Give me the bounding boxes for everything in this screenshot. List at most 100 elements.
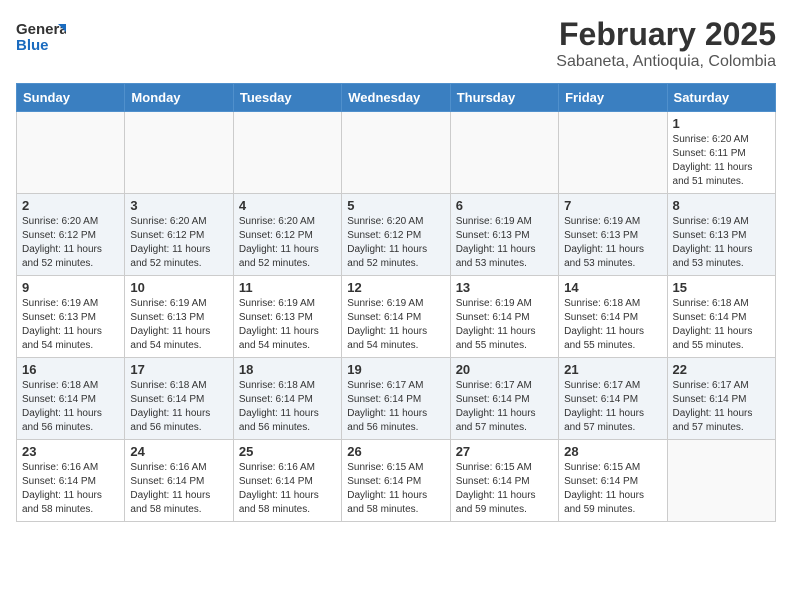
calendar-cell: 1 Sunrise: 6:20 AM Sunset: 6:11 PM Daylig… bbox=[667, 112, 775, 194]
day-number: 10 bbox=[130, 280, 227, 295]
weekday-header-monday: Monday bbox=[125, 84, 233, 112]
day-info: Sunrise: 6:17 AM Sunset: 6:14 PM Dayligh… bbox=[673, 379, 770, 435]
day-number: 9 bbox=[22, 280, 119, 295]
calendar-cell bbox=[17, 112, 125, 194]
calendar-cell: 15 Sunrise: 6:18 AM Sunset: 6:14 PM Dayli… bbox=[667, 276, 775, 358]
calendar-cell: 3 Sunrise: 6:20 AM Sunset: 6:12 PM Daylig… bbox=[125, 194, 233, 276]
day-number: 26 bbox=[347, 444, 444, 459]
day-info: Sunrise: 6:18 AM Sunset: 6:14 PM Dayligh… bbox=[564, 297, 661, 353]
calendar-cell: 21Sunrise: 6:17 AM Sunset: 6:14 PM Dayli… bbox=[559, 358, 667, 440]
logo: General Blue bbox=[16, 16, 66, 58]
day-number: 8 bbox=[673, 198, 770, 213]
calendar-cell: 28Sunrise: 6:15 AM Sunset: 6:14 PM Dayli… bbox=[559, 440, 667, 522]
week-row-3: 9 Sunrise: 6:19 AM Sunset: 6:13 PM Daylig… bbox=[17, 276, 776, 358]
weekday-header-thursday: Thursday bbox=[450, 84, 558, 112]
day-number: 5 bbox=[347, 198, 444, 213]
week-row-2: 2 Sunrise: 6:20 AM Sunset: 6:12 PM Daylig… bbox=[17, 194, 776, 276]
week-row-5: 23 Sunrise: 6:16 AM Sunset: 6:14 PM Dayli… bbox=[17, 440, 776, 522]
day-info: Sunrise: 6:19 AM Sunset: 6:13 PM Dayligh… bbox=[456, 215, 553, 271]
logo-icon: General Blue bbox=[16, 16, 66, 58]
day-number: 18 bbox=[239, 362, 336, 377]
day-number: 11 bbox=[239, 280, 336, 295]
day-info: Sunrise: 6:20 AM Sunset: 6:12 PM Dayligh… bbox=[130, 215, 227, 271]
calendar-cell bbox=[559, 112, 667, 194]
calendar-cell bbox=[125, 112, 233, 194]
day-info: Sunrise: 6:17 AM Sunset: 6:14 PM Dayligh… bbox=[456, 379, 553, 435]
day-number: 28 bbox=[564, 444, 661, 459]
calendar-cell: 9Sunrise: 6:19 AM Sunset: 6:13 PM Daylig… bbox=[17, 276, 125, 358]
calendar-cell: 16 Sunrise: 6:18 AM Sunset: 6:14 PM Dayli… bbox=[17, 358, 125, 440]
day-number: 25 bbox=[239, 444, 336, 459]
day-info: Sunrise: 6:20 AM Sunset: 6:12 PM Dayligh… bbox=[347, 215, 444, 271]
day-number: 23 bbox=[22, 444, 119, 459]
calendar-cell: 14 Sunrise: 6:18 AM Sunset: 6:14 PM Dayli… bbox=[559, 276, 667, 358]
weekday-header-wednesday: Wednesday bbox=[342, 84, 450, 112]
calendar-cell: 11 Sunrise: 6:19 AM Sunset: 6:13 PM Dayli… bbox=[233, 276, 341, 358]
week-row-4: 16 Sunrise: 6:18 AM Sunset: 6:14 PM Dayli… bbox=[17, 358, 776, 440]
calendar-cell: 10 Sunrise: 6:19 AM Sunset: 6:13 PM Dayli… bbox=[125, 276, 233, 358]
calendar-title: February 2025 bbox=[556, 16, 776, 53]
calendar-cell: 19 Sunrise: 6:17 AM Sunset: 6:14 PM Dayli… bbox=[342, 358, 450, 440]
weekday-header-row: SundayMondayTuesdayWednesdayThursdayFrid… bbox=[17, 84, 776, 112]
day-number: 2 bbox=[22, 198, 119, 213]
calendar-cell bbox=[233, 112, 341, 194]
calendar-cell bbox=[342, 112, 450, 194]
day-info: Sunrise: 6:18 AM Sunset: 6:14 PM Dayligh… bbox=[673, 297, 770, 353]
day-number: 17 bbox=[130, 362, 227, 377]
day-number: 16 bbox=[22, 362, 119, 377]
calendar-cell bbox=[667, 440, 775, 522]
day-info: Sunrise: 6:16 AM Sunset: 6:14 PM Dayligh… bbox=[239, 461, 336, 517]
week-row-1: 1 Sunrise: 6:20 AM Sunset: 6:11 PM Daylig… bbox=[17, 112, 776, 194]
day-info: Sunrise: 6:18 AM Sunset: 6:14 PM Dayligh… bbox=[22, 379, 119, 435]
calendar-table: SundayMondayTuesdayWednesdayThursdayFrid… bbox=[16, 83, 776, 522]
calendar-cell: 20 Sunrise: 6:17 AM Sunset: 6:14 PM Dayli… bbox=[450, 358, 558, 440]
calendar-cell: 25 Sunrise: 6:16 AM Sunset: 6:14 PM Dayli… bbox=[233, 440, 341, 522]
day-info: Sunrise: 6:20 AM Sunset: 6:12 PM Dayligh… bbox=[239, 215, 336, 271]
weekday-header-sunday: Sunday bbox=[17, 84, 125, 112]
day-info: Sunrise: 6:16 AM Sunset: 6:14 PM Dayligh… bbox=[22, 461, 119, 517]
calendar-cell: 17 Sunrise: 6:18 AM Sunset: 6:14 PM Dayli… bbox=[125, 358, 233, 440]
day-number: 7 bbox=[564, 198, 661, 213]
title-block: February 2025 Sabaneta, Antioquia, Colom… bbox=[556, 16, 776, 71]
calendar-cell: 26Sunrise: 6:15 AM Sunset: 6:14 PM Dayli… bbox=[342, 440, 450, 522]
calendar-cell: 4 Sunrise: 6:20 AM Sunset: 6:12 PM Daylig… bbox=[233, 194, 341, 276]
day-info: Sunrise: 6:19 AM Sunset: 6:14 PM Dayligh… bbox=[347, 297, 444, 353]
day-number: 4 bbox=[239, 198, 336, 213]
day-number: 20 bbox=[456, 362, 553, 377]
day-info: Sunrise: 6:17 AM Sunset: 6:14 PM Dayligh… bbox=[564, 379, 661, 435]
day-number: 13 bbox=[456, 280, 553, 295]
page-header: General Blue February 2025 Sabaneta, Ant… bbox=[16, 16, 776, 71]
day-info: Sunrise: 6:20 AM Sunset: 6:12 PM Dayligh… bbox=[22, 215, 119, 271]
calendar-cell: 5 Sunrise: 6:20 AM Sunset: 6:12 PM Daylig… bbox=[342, 194, 450, 276]
day-info: Sunrise: 6:15 AM Sunset: 6:14 PM Dayligh… bbox=[456, 461, 553, 517]
calendar-cell: 12 Sunrise: 6:19 AM Sunset: 6:14 PM Dayli… bbox=[342, 276, 450, 358]
calendar-cell: 8 Sunrise: 6:19 AM Sunset: 6:13 PM Daylig… bbox=[667, 194, 775, 276]
calendar-subtitle: Sabaneta, Antioquia, Colombia bbox=[556, 53, 776, 71]
calendar-cell: 18Sunrise: 6:18 AM Sunset: 6:14 PM Dayli… bbox=[233, 358, 341, 440]
day-number: 14 bbox=[564, 280, 661, 295]
weekday-header-saturday: Saturday bbox=[667, 84, 775, 112]
day-number: 24 bbox=[130, 444, 227, 459]
calendar-cell: 24Sunrise: 6:16 AM Sunset: 6:14 PM Dayli… bbox=[125, 440, 233, 522]
day-number: 27 bbox=[456, 444, 553, 459]
day-info: Sunrise: 6:19 AM Sunset: 6:13 PM Dayligh… bbox=[673, 215, 770, 271]
day-info: Sunrise: 6:17 AM Sunset: 6:14 PM Dayligh… bbox=[347, 379, 444, 435]
day-info: Sunrise: 6:19 AM Sunset: 6:13 PM Dayligh… bbox=[564, 215, 661, 271]
day-number: 19 bbox=[347, 362, 444, 377]
day-number: 6 bbox=[456, 198, 553, 213]
weekday-header-friday: Friday bbox=[559, 84, 667, 112]
day-number: 1 bbox=[673, 116, 770, 131]
day-number: 22 bbox=[673, 362, 770, 377]
calendar-cell: 13Sunrise: 6:19 AM Sunset: 6:14 PM Dayli… bbox=[450, 276, 558, 358]
day-info: Sunrise: 6:19 AM Sunset: 6:13 PM Dayligh… bbox=[130, 297, 227, 353]
calendar-cell: 23 Sunrise: 6:16 AM Sunset: 6:14 PM Dayli… bbox=[17, 440, 125, 522]
weekday-header-tuesday: Tuesday bbox=[233, 84, 341, 112]
day-number: 3 bbox=[130, 198, 227, 213]
day-info: Sunrise: 6:18 AM Sunset: 6:14 PM Dayligh… bbox=[130, 379, 227, 435]
day-number: 12 bbox=[347, 280, 444, 295]
day-info: Sunrise: 6:19 AM Sunset: 6:13 PM Dayligh… bbox=[239, 297, 336, 353]
calendar-cell: 7 Sunrise: 6:19 AM Sunset: 6:13 PM Daylig… bbox=[559, 194, 667, 276]
day-info: Sunrise: 6:20 AM Sunset: 6:11 PM Dayligh… bbox=[673, 133, 770, 189]
calendar-cell: 22 Sunrise: 6:17 AM Sunset: 6:14 PM Dayli… bbox=[667, 358, 775, 440]
day-number: 15 bbox=[673, 280, 770, 295]
